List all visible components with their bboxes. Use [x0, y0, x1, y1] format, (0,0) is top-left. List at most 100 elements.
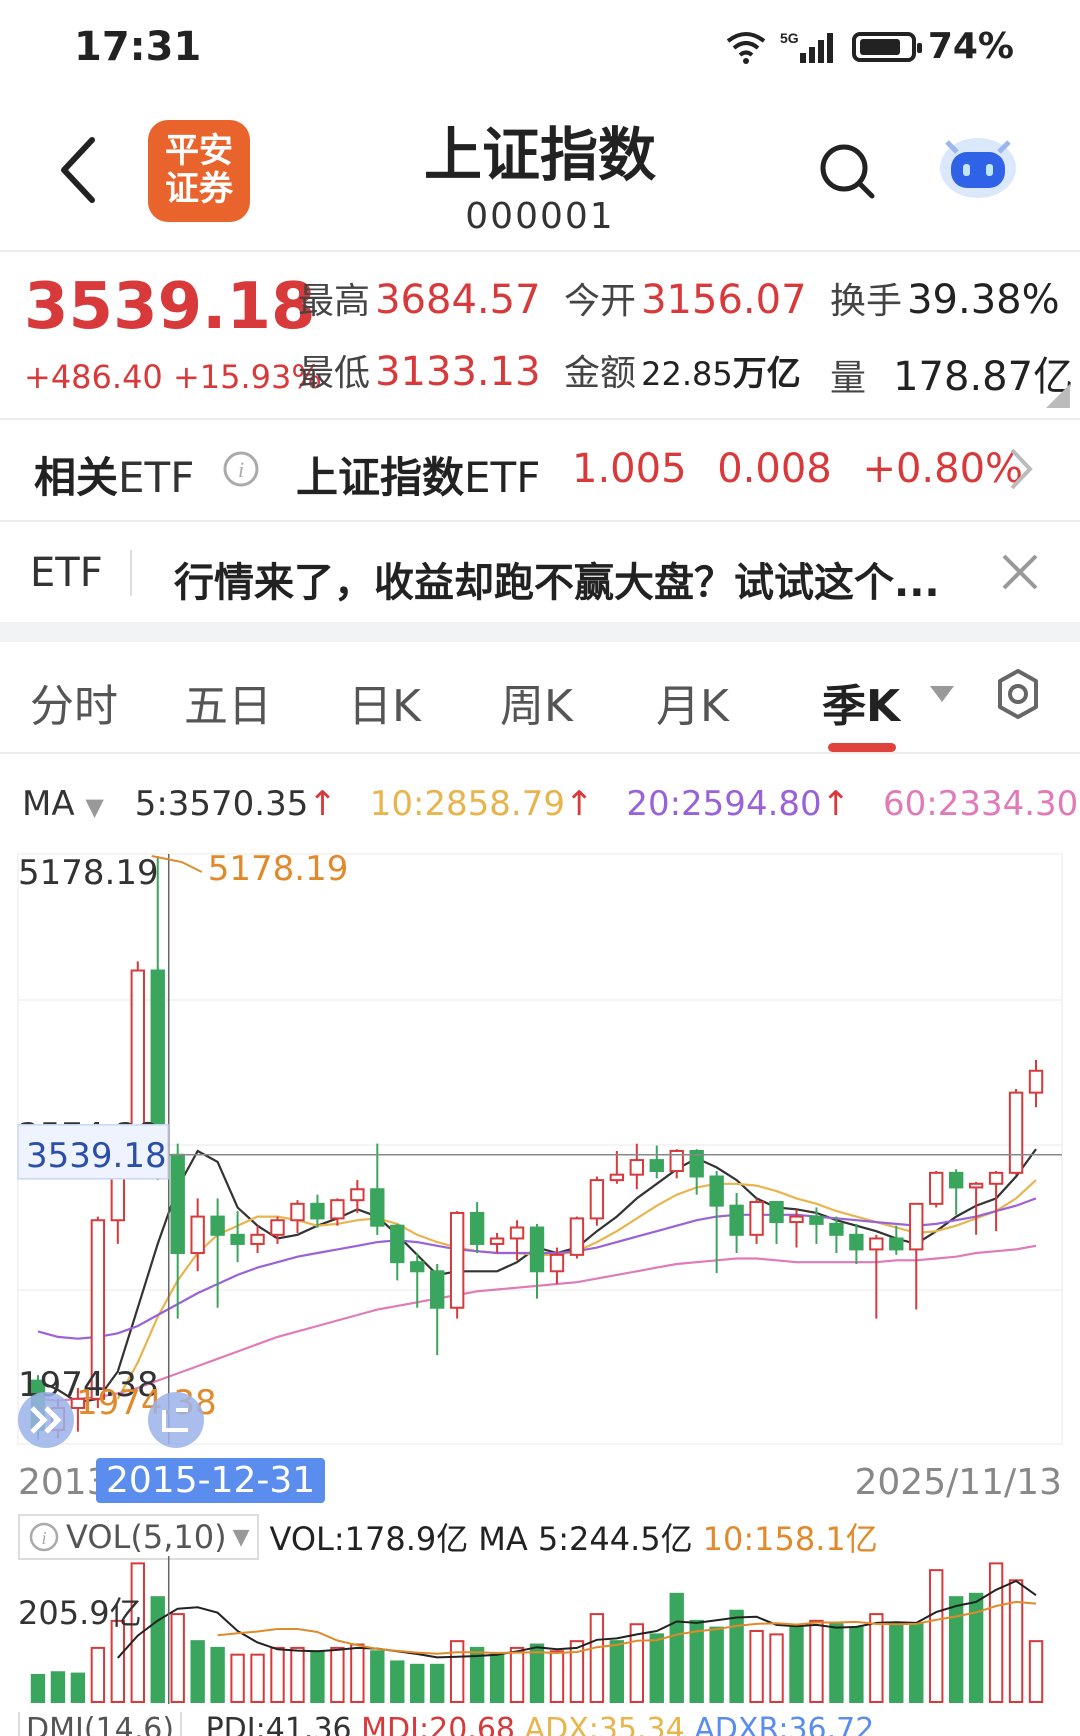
ma-label[interactable]: MA — [22, 784, 75, 824]
volume-bar — [330, 1646, 345, 1703]
ma-dropdown-icon[interactable]: ▼ — [85, 793, 103, 821]
wifi-icon — [726, 31, 766, 64]
volume-bar — [190, 1640, 205, 1704]
candle-body — [449, 1211, 465, 1309]
search-icon[interactable] — [818, 142, 878, 202]
candle-body — [330, 1199, 345, 1220]
candle-body — [988, 1171, 1004, 1185]
tab-weekly-k[interactable]: 周K — [500, 670, 573, 734]
tab-five-day[interactable]: 五日 — [184, 670, 272, 734]
chart-frame — [17, 853, 1063, 1445]
back-arrow-icon[interactable] — [50, 130, 110, 210]
tab-daily-k[interactable]: 日K — [348, 670, 421, 734]
related-etf-row[interactable]: 相关ETF i 上证指数 ETF 1.005 0.008 +0.80% — [0, 420, 1080, 520]
volume-bar — [270, 1646, 285, 1703]
reset-zoom-button[interactable] — [148, 1392, 204, 1448]
ma10-value: 10:2858.79 — [369, 784, 566, 824]
high-label: 最高 — [298, 281, 371, 322]
candle-body — [749, 1201, 764, 1236]
candle-body — [929, 1171, 944, 1205]
volume-bar — [589, 1613, 605, 1703]
volume-bar — [390, 1660, 405, 1704]
candle-body — [948, 1171, 964, 1189]
volume-bar — [809, 1619, 824, 1703]
logo-line1: 平安 — [165, 131, 233, 171]
ad-text[interactable]: 行情来了，收益却跑不赢大盘？试试这个... — [174, 550, 940, 608]
volume-ma10: 10:158.1亿 — [702, 1520, 878, 1558]
ma10-arrow-icon: ↑ — [565, 784, 594, 824]
dmi-adx: ADX:35.34 — [524, 1712, 685, 1736]
volume-bar — [649, 1633, 664, 1703]
volume-bar — [509, 1646, 525, 1703]
status-icons: 5G 74% — [724, 26, 1014, 67]
volume-bar — [370, 1650, 385, 1703]
amount-value: 22.85 — [641, 355, 733, 393]
volume-bar — [230, 1653, 245, 1703]
chart-grid — [17, 853, 1063, 1445]
candle — [170, 1143, 185, 1319]
candle-body — [310, 1202, 325, 1220]
settings-gear-icon[interactable] — [992, 668, 1044, 720]
etf-quote: 1.005 0.008 +0.80% — [572, 446, 1023, 492]
volume-bar — [210, 1646, 225, 1703]
candle — [449, 1211, 465, 1319]
volume-bar — [1008, 1579, 1024, 1704]
ma20-value: 20:2594.80 — [626, 784, 822, 824]
volume-chart[interactable]: 205.9亿 — [0, 1556, 1080, 1706]
candle-body — [789, 1215, 804, 1224]
scroll-left-button[interactable] — [18, 1392, 74, 1448]
tab-dropdown-icon[interactable] — [928, 684, 956, 704]
candle-body — [250, 1233, 265, 1245]
divider — [0, 250, 1080, 252]
candle-body — [210, 1215, 225, 1236]
signal-icon: 5G — [780, 30, 833, 63]
candle — [330, 1198, 345, 1226]
volume-bar — [250, 1653, 265, 1703]
tab-monthly-k[interactable]: 月K — [656, 670, 729, 734]
candle — [649, 1145, 664, 1179]
volume-bar — [150, 1596, 165, 1703]
etf-name-bold: 上证指数 — [296, 453, 465, 502]
broker-logo[interactable]: 平安 证券 — [148, 120, 250, 222]
volume-bar — [789, 1626, 804, 1703]
related-etf-label-rest: ETF — [118, 453, 195, 502]
candle-body — [889, 1237, 904, 1251]
ad-banner[interactable]: ETF 行情来了，收益却跑不赢大盘？试试这个... — [0, 522, 1080, 622]
stock-code: 000001 — [465, 196, 615, 237]
svg-text:i: i — [238, 457, 244, 482]
dmi-selector[interactable]: DMI(14,6) — [18, 1712, 183, 1736]
amount-unit: 万亿 — [732, 354, 801, 394]
candlestick-chart[interactable]: 5178.19 3574.38 1974.38 5178.19 1974.38 … — [0, 840, 1080, 1460]
candle — [709, 1171, 724, 1274]
related-etf-label: 相关ETF — [34, 444, 194, 505]
volume-bar — [829, 1623, 844, 1703]
candle — [290, 1200, 305, 1233]
info-icon[interactable]: i — [222, 450, 260, 488]
expand-corner-icon[interactable] — [1046, 384, 1070, 408]
volume-bar — [549, 1650, 565, 1703]
close-icon[interactable] — [1000, 552, 1040, 592]
tab-intraday[interactable]: 分时 — [30, 670, 118, 734]
candle-body — [350, 1188, 365, 1202]
candle — [390, 1223, 405, 1281]
volume-value: VOL:178.9亿 — [269, 1520, 469, 1558]
candle — [909, 1202, 924, 1310]
volume-bars — [30, 1562, 1044, 1704]
axis-max-label: 5178.19 — [18, 853, 159, 893]
candle-body — [410, 1261, 425, 1273]
volume-bar — [110, 1619, 126, 1703]
ma5-value: 5:3570.35 — [134, 784, 309, 824]
volume-bar — [30, 1673, 46, 1703]
ma60-value: 60:2334.30 — [882, 784, 1079, 824]
status-time: 17:31 — [74, 24, 202, 70]
candle-body — [230, 1233, 245, 1245]
logo-line2: 证券 — [165, 169, 233, 209]
tab-quarterly-k[interactable]: 季K — [822, 670, 900, 734]
candle-body — [370, 1188, 385, 1227]
candle-body — [709, 1175, 724, 1207]
candle-body — [769, 1201, 784, 1224]
volume-indicator-selector[interactable]: i VOL(5,10) ▼ — [18, 1514, 260, 1560]
crosshair-date: 2015-12-31 — [96, 1458, 326, 1503]
dmi-pdi: PDI:41.36 — [205, 1712, 352, 1736]
assistant-robot-icon[interactable] — [935, 128, 1021, 204]
